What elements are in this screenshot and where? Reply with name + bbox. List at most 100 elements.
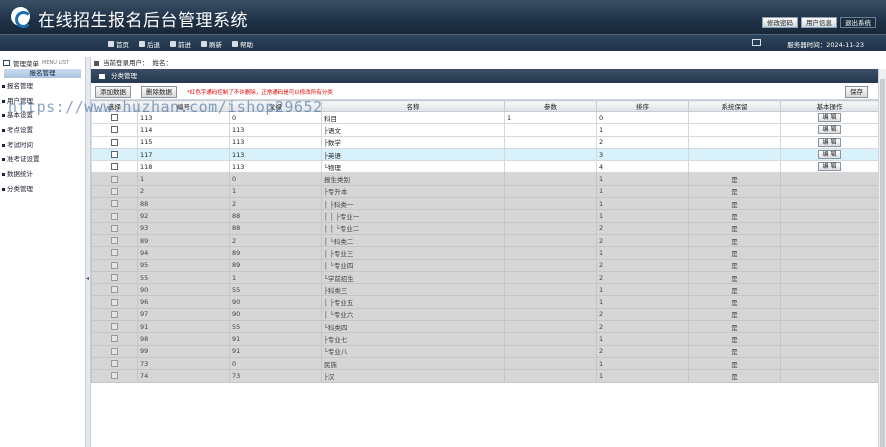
row-checkbox[interactable]: [111, 212, 118, 220]
edit-button[interactable]: 编 辑: [817, 137, 842, 147]
sidebar-section[interactable]: 报名管理: [4, 69, 81, 78]
sidebar-item-3[interactable]: 考点设置: [0, 123, 85, 138]
row-checkbox[interactable]: [111, 151, 118, 159]
row-checkbox[interactable]: [111, 261, 118, 269]
row-checkbox[interactable]: [111, 224, 118, 232]
table-row[interactable]: 114 113 ├语文 1 编 辑: [91, 123, 879, 137]
table-row[interactable]: 96 90 │ ├专业五 1 是: [91, 295, 879, 309]
table-row[interactable]: 88 2 │ ├科类一 1 是: [91, 197, 879, 211]
table-row[interactable]: 73 0 民族 1 是: [91, 356, 879, 371]
row-checkbox[interactable]: [111, 347, 118, 355]
row-checkbox[interactable]: [111, 163, 118, 171]
row-checkbox[interactable]: [111, 126, 118, 134]
row-checkbox[interactable]: [111, 274, 118, 281]
table-row[interactable]: 2 1 ├专升本 1 是: [91, 184, 879, 199]
cell-name[interactable]: ├专升本: [321, 184, 505, 199]
sidebar-item-7[interactable]: 分类管理: [0, 182, 85, 197]
cell-name[interactable]: └专业八: [321, 344, 505, 358]
cell-name[interactable]: │ └专业四: [321, 258, 505, 272]
cell-name[interactable]: │ └专业六: [321, 307, 505, 322]
sidebar-item-2[interactable]: 基本设置: [0, 108, 85, 123]
nav-item-0[interactable]: 首页: [108, 39, 129, 49]
nav-item-2[interactable]: 前进: [170, 39, 191, 49]
scrollbar-thumb[interactable]: [880, 79, 885, 447]
cell-name[interactable]: │ ├专业三: [321, 246, 505, 260]
table-row[interactable]: 92 88 │ │ ├专业一 1 是: [91, 209, 879, 223]
sidebar-item-1[interactable]: 用户管理: [0, 94, 85, 109]
screen-icon[interactable]: [752, 39, 761, 46]
row-checkbox[interactable]: [111, 360, 118, 368]
edit-button[interactable]: 编 辑: [817, 113, 842, 123]
table-row[interactable]: 95 89 │ └专业四 2 是: [91, 258, 879, 272]
table-row[interactable]: 117 113 ├英语 3 编 辑: [91, 147, 879, 162]
table-row[interactable]: 97 90 │ └专业六 2 是: [91, 307, 879, 322]
cell-name[interactable]: │ │ └专业二: [321, 221, 505, 235]
column-header[interactable]: 参数: [504, 100, 597, 112]
column-header[interactable]: 基本操作: [780, 100, 879, 112]
column-header[interactable]: 排序: [596, 100, 689, 112]
cell-name[interactable]: │ ├专业五: [321, 295, 505, 309]
table-row[interactable]: 113 0 科目 1 0 编 辑: [91, 110, 879, 125]
nav-item-3[interactable]: 刷新: [201, 39, 222, 49]
row-checkbox[interactable]: [111, 335, 118, 343]
cell-name[interactable]: ├英语: [321, 147, 505, 162]
nav-item-1[interactable]: 后退: [139, 39, 160, 49]
logout-button[interactable]: 退出系统: [840, 17, 876, 28]
cell-name[interactable]: ├数学: [321, 135, 505, 149]
sidebar-item-4[interactable]: 考试时间: [0, 138, 85, 153]
cell-name[interactable]: 科目: [321, 110, 505, 125]
change-password-button[interactable]: 修改密码: [762, 17, 798, 28]
column-header[interactable]: 名称: [321, 100, 505, 112]
sidebar-item-5[interactable]: 准考证设置: [0, 152, 85, 167]
sidebar-item-0[interactable]: 报名管理: [0, 79, 85, 94]
row-checkbox[interactable]: [111, 323, 118, 331]
add-data-button[interactable]: 添加数据: [95, 86, 131, 98]
edit-button[interactable]: 编 辑: [817, 125, 842, 135]
table-row[interactable]: 55 1 └学前招生 2 是: [91, 270, 879, 285]
delete-data-button[interactable]: 删除数据: [141, 86, 177, 98]
row-checkbox[interactable]: [111, 310, 118, 318]
cell-name[interactable]: ├汉: [321, 369, 505, 383]
cell-name[interactable]: ├语文: [321, 123, 505, 137]
table-row[interactable]: 1 0 报生类别 1 是: [91, 172, 879, 186]
row-checkbox[interactable]: [111, 200, 118, 208]
nav-item-4[interactable]: 帮助: [232, 39, 253, 49]
user-info-button[interactable]: 用户信息: [801, 17, 837, 28]
cell-name[interactable]: │ ├科类一: [321, 197, 505, 211]
row-checkbox[interactable]: [111, 372, 118, 380]
table-row[interactable]: 118 113 └物理 4 编 辑: [91, 160, 879, 174]
cell-name[interactable]: └物理: [321, 160, 505, 174]
row-checkbox[interactable]: [111, 249, 118, 257]
table-row[interactable]: 93 88 │ │ └专业二 2 是: [91, 221, 879, 235]
cell-name[interactable]: 报生类别: [321, 172, 505, 186]
cell-name[interactable]: ├专业七: [321, 332, 505, 346]
cell-name[interactable]: ├科类三: [321, 283, 505, 297]
column-header[interactable]: 选择: [91, 100, 138, 112]
cell-name[interactable]: └学前招生: [321, 270, 505, 285]
table-row[interactable]: 89 2 │ └科类二 2 是: [91, 233, 879, 248]
cell-name[interactable]: │ │ ├专业一: [321, 209, 505, 223]
row-checkbox[interactable]: [111, 187, 118, 195]
column-header[interactable]: 父级: [229, 100, 322, 112]
table-row[interactable]: 74 73 ├汉 1 是: [91, 369, 879, 383]
cell-name[interactable]: │ └科类二: [321, 233, 505, 248]
edit-button[interactable]: 编 辑: [817, 162, 842, 172]
table-row[interactable]: 98 91 ├专业七 1 是: [91, 332, 879, 346]
column-header[interactable]: 编号: [137, 100, 230, 112]
row-checkbox[interactable]: [111, 114, 118, 122]
row-checkbox[interactable]: [111, 237, 118, 245]
sidebar-item-6[interactable]: 数据统计: [0, 167, 85, 182]
table-row[interactable]: 91 55 └科类四 2 是: [91, 320, 879, 334]
cell-name[interactable]: └科类四: [321, 320, 505, 334]
column-header[interactable]: 系统保留: [688, 100, 781, 112]
row-checkbox[interactable]: [111, 175, 118, 183]
cell-name[interactable]: 民族: [321, 356, 505, 371]
vertical-scrollbar[interactable]: [878, 69, 886, 447]
row-checkbox[interactable]: [111, 298, 118, 306]
edit-button[interactable]: 编 辑: [817, 150, 842, 160]
row-checkbox[interactable]: [111, 286, 118, 294]
row-checkbox[interactable]: [111, 138, 118, 146]
table-row[interactable]: 94 89 │ ├专业三 1 是: [91, 246, 879, 260]
table-row[interactable]: 90 55 ├科类三 1 是: [91, 283, 879, 297]
table-row[interactable]: 115 113 ├数学 2 编 辑: [91, 135, 879, 149]
